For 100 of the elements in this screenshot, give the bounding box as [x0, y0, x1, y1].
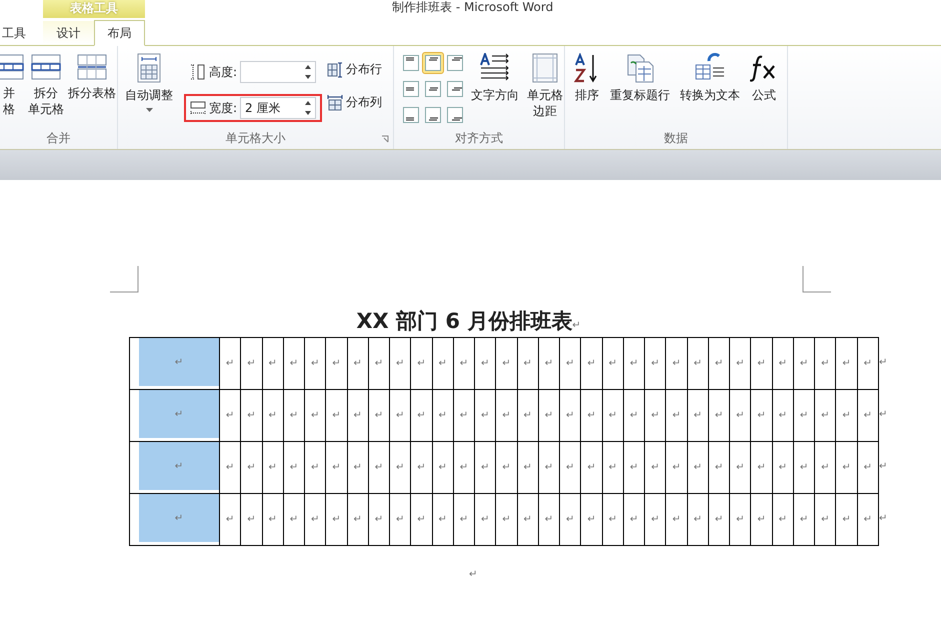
paragraph-mark: ↵	[417, 514, 426, 525]
paragraph-mark: ↵	[566, 514, 574, 525]
paragraph-mark: ↵	[864, 410, 872, 421]
paragraph-mark: ↵	[353, 410, 362, 421]
paragraph-mark: ↵	[842, 358, 851, 369]
paragraph-mark: ↵	[332, 462, 341, 473]
ribbon-button[interactable]: 重复标题行	[607, 52, 673, 104]
group-label: 单元格大小	[118, 129, 393, 149]
paragraph-mark: ↵	[460, 410, 468, 421]
paragraph-mark: ↵	[672, 410, 681, 421]
paragraph-mark: ↵	[226, 410, 234, 421]
paragraph-mark: ↵	[481, 358, 490, 369]
ribbon-tab[interactable]: 布局	[94, 20, 145, 46]
paragraph-mark: ↵	[608, 462, 617, 473]
autofit-button[interactable]: 自动调整	[122, 52, 176, 113]
paragraph-mark: ↵	[544, 410, 554, 421]
paragraph-mark: ↵	[694, 514, 702, 525]
paragraph-mark: ↵	[268, 462, 277, 473]
paragraph-mark: ↵	[417, 410, 426, 421]
distribute-columns-button[interactable]: 分布列	[326, 93, 384, 112]
ribbon-button[interactable]: 公式	[747, 52, 781, 104]
paragraph-mark: ↵	[396, 410, 404, 421]
paragraph-mark: ↵	[587, 358, 596, 369]
paragraph-mark: ↵	[310, 358, 320, 369]
ribbon-button[interactable]: 并 格	[0, 52, 26, 118]
paragraph-mark: ↵	[672, 358, 681, 369]
paragraph-mark: ↵	[268, 358, 277, 369]
paragraph-mark: ↵	[268, 410, 277, 421]
window-title: 制作排班表 - Microsoft Word	[392, 0, 554, 16]
paragraph-mark: ↵	[694, 410, 702, 421]
ribbon-button[interactable]: 拆分 单元格	[26, 52, 66, 118]
paragraph-mark: ↵	[481, 514, 490, 525]
paragraph-mark: ↵	[438, 462, 447, 473]
paragraph-mark: ↵	[630, 462, 638, 473]
paragraph-mark: ↵	[778, 514, 788, 525]
paragraph-mark: ↵	[879, 356, 888, 370]
width-label: 宽度:	[209, 100, 238, 116]
paragraph-mark: ↵	[572, 320, 581, 331]
paragraph-mark: ↵	[587, 462, 596, 473]
paragraph-mark: ↵	[481, 410, 490, 421]
paragraph-mark: ↵	[714, 514, 724, 525]
paragraph-mark: ↵	[544, 514, 554, 525]
ribbon-button[interactable]: 转换为文本	[677, 52, 743, 104]
paragraph-mark: ↵	[736, 514, 744, 525]
ribbon-button[interactable]: 排序	[571, 52, 603, 104]
paragraph-mark: ↵	[438, 358, 447, 369]
paragraph-mark: ↵	[396, 462, 404, 473]
text-direction-button[interactable]: 文字方向	[468, 52, 522, 104]
paragraph-mark: ↵	[174, 512, 184, 524]
paragraph-mark: ↵	[502, 410, 511, 421]
ribbon-tab[interactable]: 设计	[43, 21, 94, 45]
paragraph-mark: ↵	[417, 358, 426, 369]
paragraph-mark: ↵	[353, 358, 362, 369]
paragraph-mark: ↵	[694, 462, 702, 473]
paragraph-mark: ↵	[469, 569, 478, 580]
paragraph-mark: ↵	[864, 514, 872, 525]
paragraph-mark: ↵	[174, 460, 184, 472]
paragraph-mark: ↵	[800, 410, 808, 421]
paragraph-mark: ↵	[587, 514, 596, 525]
paragraph-mark: ↵	[736, 358, 744, 369]
paragraph-mark: ↵	[651, 462, 660, 473]
ribbon-tab[interactable]: 工具	[0, 21, 43, 45]
context-tab-group: 表格工具	[43, 0, 145, 18]
distribute-rows-button[interactable]: 分布行	[326, 60, 384, 79]
group-label: 对齐方式	[454, 130, 504, 147]
paragraph-mark: ↵	[778, 462, 788, 473]
paragraph-mark: ↵	[268, 514, 277, 525]
paragraph-mark: ↵	[608, 358, 617, 369]
paragraph-mark: ↵	[714, 410, 724, 421]
paragraph-mark: ↵	[672, 514, 681, 525]
paragraph-mark: ↵	[757, 462, 766, 473]
paragraph-mark: ↵	[174, 408, 184, 420]
paragraph-mark: ↵	[651, 514, 660, 525]
paragraph-mark: ↵	[226, 358, 234, 369]
paragraph-mark: ↵	[290, 462, 298, 473]
paragraph-mark: ↵	[353, 462, 362, 473]
cell-margins-button[interactable]: 单元格 边距	[524, 52, 566, 120]
paragraph-mark: ↵	[524, 410, 532, 421]
paragraph-mark: ↵	[226, 462, 234, 473]
paragraph-mark: ↵	[417, 462, 426, 473]
ribbon-button[interactable]: 拆分表格	[66, 52, 118, 102]
paragraph-mark: ↵	[247, 410, 256, 421]
paragraph-mark: ↵	[566, 410, 574, 421]
paragraph-mark: ↵	[879, 512, 888, 526]
paragraph-mark: ↵	[310, 462, 320, 473]
paragraph-mark: ↵	[332, 358, 341, 369]
paragraph-mark: ↵	[332, 514, 341, 525]
paragraph-mark: ↵	[736, 410, 744, 421]
paragraph-mark: ↵	[630, 514, 638, 525]
paragraph-mark: ↵	[290, 410, 298, 421]
paragraph-mark: ↵	[247, 358, 256, 369]
paragraph-mark: ↵	[672, 462, 681, 473]
paragraph-mark: ↵	[864, 462, 872, 473]
paragraph-mark: ↵	[864, 358, 872, 369]
paragraph-mark: ↵	[757, 358, 766, 369]
paragraph-mark: ↵	[714, 462, 724, 473]
width-field[interactable]: 2 厘米	[240, 97, 316, 119]
paragraph-mark: ↵	[502, 462, 511, 473]
paragraph-mark: ↵	[608, 514, 617, 525]
paragraph-mark: ↵	[544, 462, 554, 473]
